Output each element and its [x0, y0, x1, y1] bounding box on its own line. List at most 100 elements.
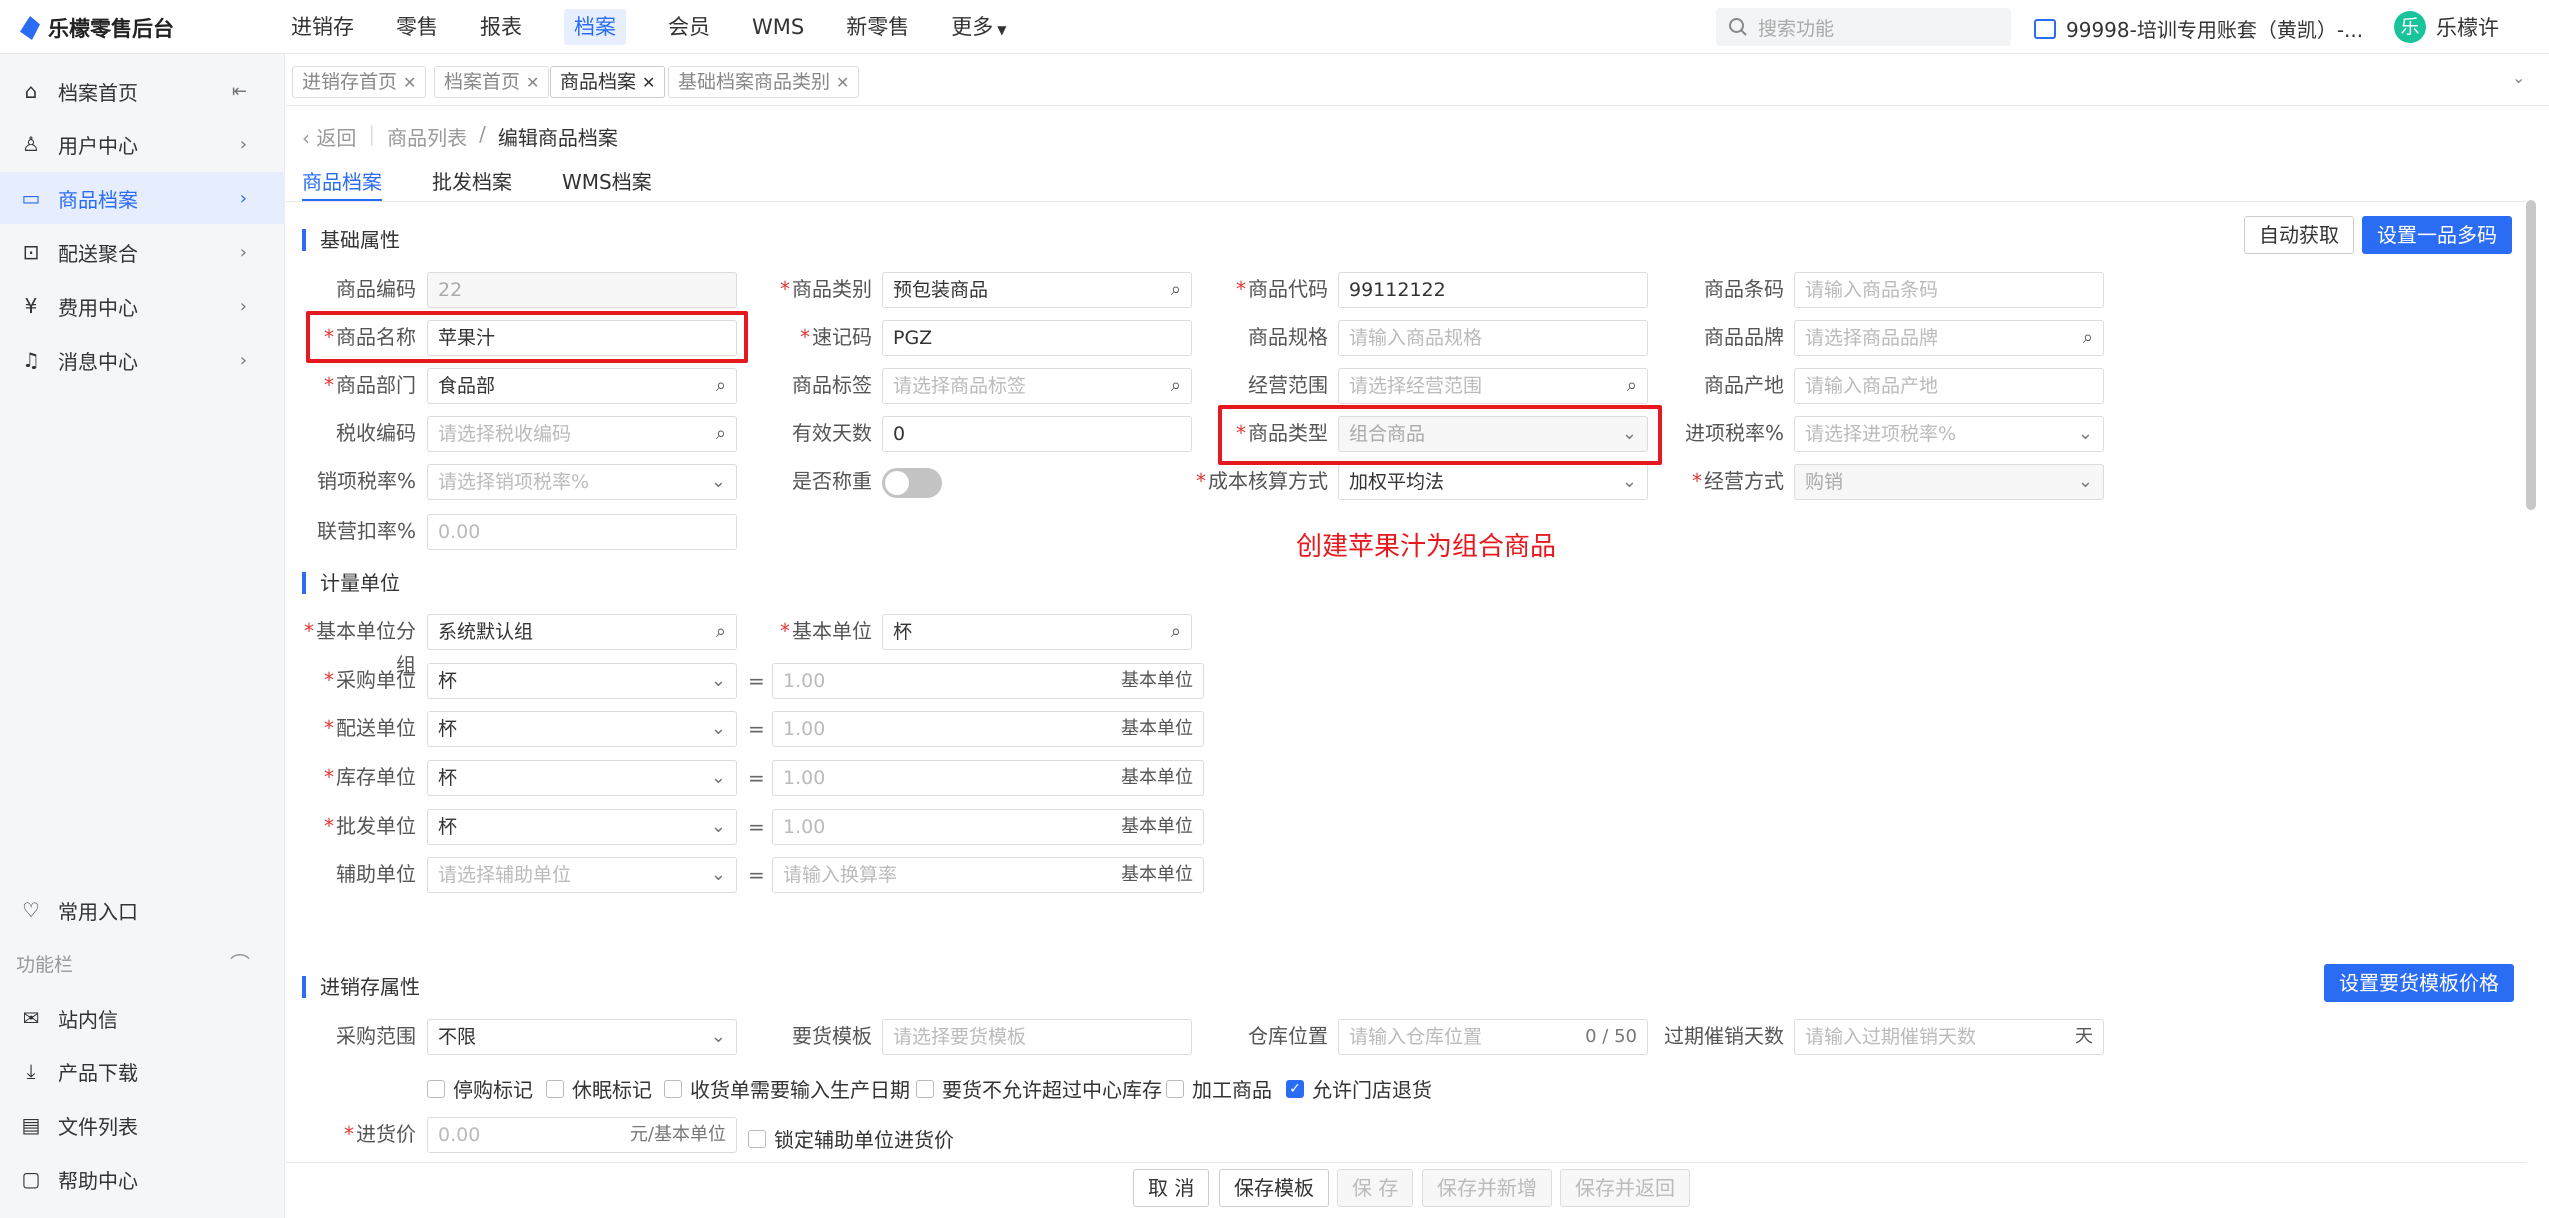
template-price-button[interactable]: 设置要货模板价格: [2324, 964, 2514, 1002]
purchase-unit-select[interactable]: 杯 ⌄: [427, 663, 737, 699]
sidebar-item-goods-archive[interactable]: ▭ 商品档案 ›: [0, 172, 285, 224]
topnav-wms[interactable]: WMS: [731, 0, 825, 54]
template-field[interactable]: 请选择要货模板: [882, 1019, 1192, 1055]
tax-field[interactable]: 请选择税收编码 ⌕: [427, 416, 737, 452]
close-icon[interactable]: ✕: [403, 73, 416, 92]
stock-unit-select[interactable]: 杯 ⌄: [427, 760, 737, 796]
save-and-new-button[interactable]: 保存并新增: [1422, 1169, 1552, 1207]
category-field[interactable]: 预包装商品 ⌕: [882, 272, 1192, 308]
search-icon[interactable]: ⌕: [716, 417, 726, 451]
location-field[interactable]: 请输入仓库位置 0 / 50: [1338, 1019, 1648, 1055]
search-icon[interactable]: ⌕: [716, 369, 726, 403]
mode-select[interactable]: 购销 ⌄: [1794, 464, 2104, 500]
delivery-unit-select[interactable]: 杯 ⌄: [427, 711, 737, 747]
brand-logo[interactable]: 乐檬零售后台: [20, 13, 174, 43]
search-icon[interactable]: ⌕: [1627, 369, 1637, 403]
save-button[interactable]: 保 存: [1337, 1169, 1414, 1207]
topnav-archive[interactable]: 档案: [543, 0, 647, 54]
cancel-button[interactable]: 取 消: [1133, 1169, 1210, 1207]
intax-select[interactable]: 请选择进项税率% ⌄: [1794, 416, 2104, 452]
spec-field[interactable]: 请输入商品规格: [1338, 320, 1648, 356]
close-icon[interactable]: ✕: [836, 73, 849, 92]
brand-field[interactable]: 请选择商品品牌 ⌕: [1794, 320, 2104, 356]
aux-unit-select[interactable]: 请选择辅助单位 ⌄: [427, 857, 737, 893]
wholesale-unit-select[interactable]: 杯 ⌄: [427, 809, 737, 845]
search-box[interactable]: 搜索功能: [1716, 8, 2011, 46]
price-field[interactable]: 0.00 元/基本单位: [427, 1117, 737, 1153]
topnav-report[interactable]: 报表: [459, 0, 543, 54]
auto-fetch-button[interactable]: 自动获取: [2244, 216, 2354, 254]
quick-code-field[interactable]: PGZ: [882, 320, 1192, 356]
topnav-inventory[interactable]: 进销存: [270, 0, 375, 54]
checkbox-production-date[interactable]: 收货单需要输入生产日期: [664, 1074, 910, 1103]
search-icon[interactable]: ⌕: [1171, 615, 1181, 649]
checkbox-allow-return[interactable]: ✓ 允许门店退货: [1286, 1074, 1432, 1103]
breadcrumb-parent[interactable]: 商品列表: [387, 122, 467, 151]
deduct-field[interactable]: 0.00: [427, 514, 737, 550]
tag-field[interactable]: 请选择商品标签 ⌕: [882, 368, 1192, 404]
topnav-retail[interactable]: 零售: [375, 0, 459, 54]
code-field[interactable]: 22: [427, 272, 737, 308]
sidebar-item-inbox[interactable]: ✉ 站内信: [0, 992, 285, 1044]
multi-code-button[interactable]: 设置一品多码: [2362, 216, 2512, 254]
close-icon[interactable]: ✕: [642, 73, 655, 92]
scope-field[interactable]: 请选择经营范围 ⌕: [1338, 368, 1648, 404]
chevron-right-icon: ›: [239, 133, 247, 155]
dept-field[interactable]: 食品部 ⌕: [427, 368, 737, 404]
topnav-member[interactable]: 会员: [647, 0, 731, 54]
save-and-return-button[interactable]: 保存并返回: [1560, 1169, 1690, 1207]
search-icon[interactable]: ⌕: [716, 615, 726, 649]
search-icon[interactable]: ⌕: [1171, 273, 1181, 307]
product-code-field[interactable]: 99112122: [1338, 272, 1648, 308]
account-switcher[interactable]: 99998-培训专用账套（黄凯）-...: [2034, 14, 2363, 43]
back-link[interactable]: ‹ 返回: [302, 122, 356, 151]
barcode-field[interactable]: 请输入商品条码: [1794, 272, 2104, 308]
user-menu[interactable]: 乐 乐檬许: [2394, 11, 2499, 43]
purchase-rate-field[interactable]: 1.00 基本单位: [772, 663, 1204, 699]
topnav-more[interactable]: 更多 ▼: [930, 0, 1027, 54]
purchase-scope-select[interactable]: 不限 ⌄: [427, 1019, 737, 1055]
close-icon[interactable]: ✕: [526, 73, 539, 92]
sidebar-item-message[interactable]: ♫ 消息中心 ›: [0, 334, 285, 386]
delivery-rate-field[interactable]: 1.00 基本单位: [772, 711, 1204, 747]
checkbox-dormant[interactable]: 休眠标记: [546, 1074, 652, 1103]
collapse-icon[interactable]: ⇤: [232, 81, 247, 102]
sidebar-item-delivery[interactable]: ⊡ 配送聚合 ›: [0, 226, 285, 278]
tab-inventory-home[interactable]: 进销存首页 ✕: [292, 66, 427, 98]
stock-rate-field[interactable]: 1.00 基本单位: [772, 760, 1204, 796]
tab-basic-category[interactable]: 基础档案商品类别 ✕: [668, 66, 860, 98]
weigh-toggle[interactable]: [882, 468, 942, 498]
sidebar-item-fee[interactable]: ¥ 费用中心 ›: [0, 280, 285, 332]
aux-rate-field[interactable]: 请输入换算率 基本单位: [772, 857, 1204, 893]
subtab-wholesale[interactable]: 批发档案: [432, 166, 512, 202]
tab-archive-home[interactable]: 档案首页 ✕: [434, 66, 550, 98]
checkbox-no-exceed-stock[interactable]: 要货不允许超过中心库存: [916, 1074, 1162, 1103]
checkbox-lock-aux-price[interactable]: 锁定辅助单位进货价: [748, 1124, 954, 1153]
cost-select[interactable]: 加权平均法 ⌄: [1338, 464, 1648, 500]
sidebar-item-common[interactable]: ♡ 常用入口: [0, 884, 285, 936]
origin-field[interactable]: 请输入商品产地: [1794, 368, 2104, 404]
valid-days-field[interactable]: 0: [882, 416, 1192, 452]
checkbox-processed-goods[interactable]: 加工商品: [1166, 1074, 1272, 1103]
sidebar-item-archive-home[interactable]: ⌂ 档案首页 ⇤: [0, 65, 285, 117]
sidebar-item-files[interactable]: ▤ 文件列表: [0, 1099, 285, 1151]
overdue-field[interactable]: 请输入过期催销天数天: [1794, 1019, 2104, 1055]
chevron-down-icon[interactable]: ⌄: [2512, 68, 2525, 87]
subtab-wms[interactable]: WMS档案: [562, 166, 652, 202]
checkbox-stop-purchase[interactable]: 停购标记: [427, 1074, 533, 1103]
topnav-new-retail[interactable]: 新零售: [825, 0, 930, 54]
subtab-goods[interactable]: 商品档案: [302, 166, 382, 202]
sidebar-item-user-center[interactable]: ♙ 用户中心 ›: [0, 118, 285, 170]
outtax-select[interactable]: 请选择销项税率% ⌄: [427, 464, 737, 500]
sidebar-item-download[interactable]: ⤓ 产品下载: [0, 1045, 285, 1097]
search-icon[interactable]: ⌕: [1171, 369, 1181, 403]
headset-icon[interactable]: ⌒: [230, 948, 250, 977]
sidebar-item-help[interactable]: ▢ 帮助中心: [0, 1153, 285, 1205]
unit-group-field[interactable]: 系统默认组 ⌕: [427, 614, 737, 650]
wholesale-rate-field[interactable]: 1.00 基本单位: [772, 809, 1204, 845]
tab-goods-archive[interactable]: 商品档案 ✕: [550, 66, 666, 98]
scrollbar[interactable]: [2526, 200, 2536, 510]
save-template-button[interactable]: 保存模板: [1219, 1169, 1329, 1207]
base-unit-field[interactable]: 杯 ⌕: [882, 614, 1192, 650]
search-icon[interactable]: ⌕: [2083, 321, 2093, 355]
